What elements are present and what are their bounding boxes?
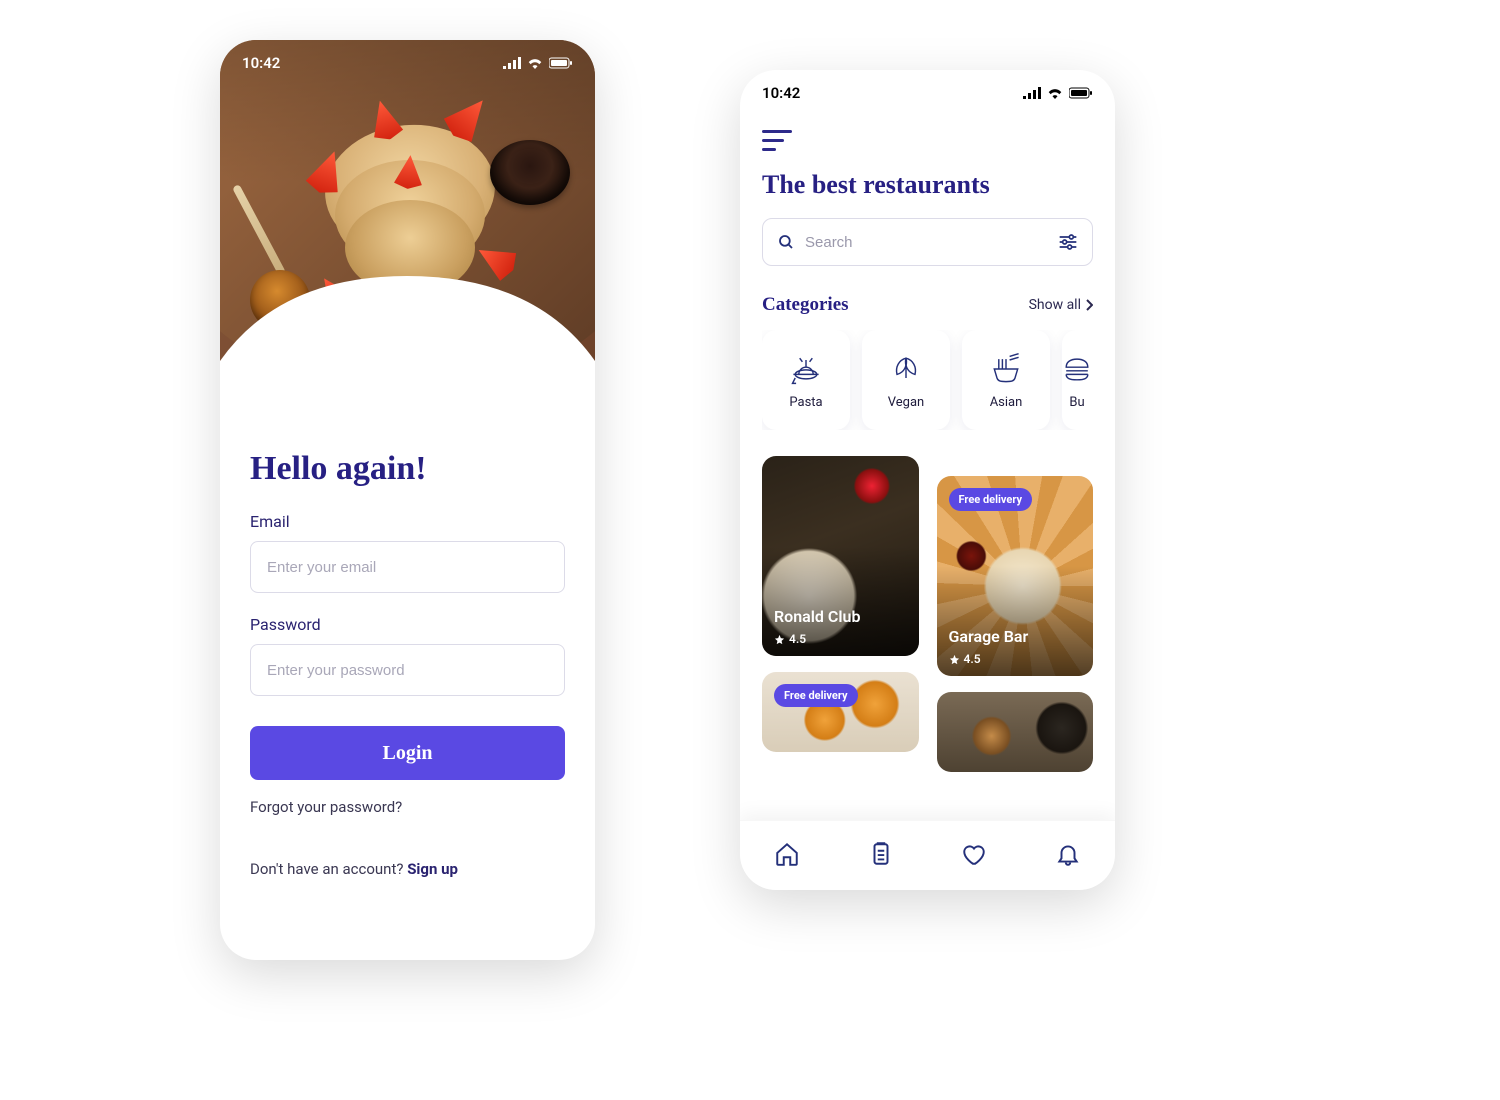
- category-vegan[interactable]: Vegan: [862, 330, 950, 430]
- filter-icon[interactable]: [1058, 233, 1078, 251]
- login-screen: 10:42 Hello again! Email Password Login …: [220, 40, 595, 960]
- restaurant-card-ronald-club[interactable]: Ronald Club 4.5: [762, 456, 919, 656]
- clipboard-icon: [868, 841, 894, 867]
- rating-value: 4.5: [789, 632, 806, 646]
- tab-home[interactable]: [774, 841, 800, 871]
- restaurants-grid: Ronald Club 4.5 Free delivery Garage Bar…: [762, 456, 1093, 752]
- rating-value: 4.5: [964, 652, 981, 666]
- tab-bar: [740, 820, 1115, 890]
- star-icon: [774, 634, 785, 645]
- pasta-icon: [788, 351, 824, 387]
- category-pasta[interactable]: Pasta: [762, 330, 850, 430]
- bell-icon: [1055, 841, 1081, 867]
- login-title: Hello again!: [250, 450, 565, 488]
- email-field[interactable]: [250, 541, 565, 593]
- category-label: Vegan: [888, 395, 924, 410]
- category-label: Asian: [990, 395, 1023, 410]
- signal-icon: [1023, 87, 1041, 99]
- signal-icon: [503, 57, 521, 69]
- menu-button[interactable]: [762, 130, 796, 152]
- restaurant-card-4[interactable]: [937, 692, 1094, 772]
- search-icon: [777, 233, 795, 251]
- search-bar[interactable]: [762, 218, 1093, 266]
- wifi-icon: [1047, 87, 1063, 99]
- wifi-icon: [527, 57, 543, 69]
- signup-link[interactable]: Sign up: [407, 860, 458, 878]
- show-all-label: Show all: [1029, 297, 1081, 313]
- hero-image: [220, 40, 595, 400]
- tab-orders[interactable]: [868, 841, 894, 871]
- category-asian[interactable]: Asian: [962, 330, 1050, 430]
- show-all-link[interactable]: Show all: [1029, 297, 1093, 313]
- password-label: Password: [250, 615, 565, 634]
- category-label: Pasta: [789, 395, 822, 410]
- status-icons: [503, 54, 573, 72]
- heart-icon: [961, 841, 987, 867]
- login-button[interactable]: Login: [250, 726, 565, 780]
- search-input[interactable]: [805, 234, 1048, 251]
- password-field[interactable]: [250, 644, 565, 696]
- star-icon: [949, 654, 960, 665]
- email-label: Email: [250, 512, 565, 531]
- page-title: The best restaurants: [762, 170, 1093, 200]
- restaurant-name: Garage Bar: [949, 627, 1029, 646]
- free-delivery-badge: Free delivery: [774, 684, 858, 707]
- tab-notifications[interactable]: [1055, 841, 1081, 871]
- battery-icon: [1069, 87, 1093, 99]
- restaurant-rating: 4.5: [774, 632, 806, 646]
- status-time: 10:42: [762, 84, 800, 102]
- chevron-right-icon: [1085, 299, 1093, 311]
- home-screen: 10:42 The best restaurants Categories Sh…: [740, 70, 1115, 890]
- signup-prompt: Don't have an account?: [250, 860, 407, 878]
- restaurant-card-garage-bar[interactable]: Free delivery Garage Bar 4.5: [937, 476, 1094, 676]
- battery-icon: [549, 57, 573, 69]
- leaf-icon: [888, 351, 924, 387]
- home-icon: [774, 841, 800, 867]
- status-bar: 10:42: [740, 84, 1115, 102]
- restaurant-rating: 4.5: [949, 652, 981, 666]
- category-label: Bu: [1069, 395, 1084, 410]
- restaurant-card-3[interactable]: Free delivery: [762, 672, 919, 752]
- status-time: 10:42: [242, 54, 280, 72]
- signup-row: Don't have an account? Sign up: [250, 860, 565, 878]
- category-burger[interactable]: Bu: [1062, 330, 1093, 430]
- status-bar: 10:42: [220, 54, 595, 72]
- categories-title: Categories: [762, 294, 849, 316]
- categories-row: Pasta Vegan Asian Bu: [762, 330, 1093, 430]
- noodles-icon: [988, 351, 1024, 387]
- restaurant-name: Ronald Club: [774, 607, 860, 626]
- status-icons: [1023, 84, 1093, 102]
- burger-icon: [1059, 351, 1093, 387]
- forgot-password-link[interactable]: Forgot your password?: [250, 798, 565, 816]
- tab-favorites[interactable]: [961, 841, 987, 871]
